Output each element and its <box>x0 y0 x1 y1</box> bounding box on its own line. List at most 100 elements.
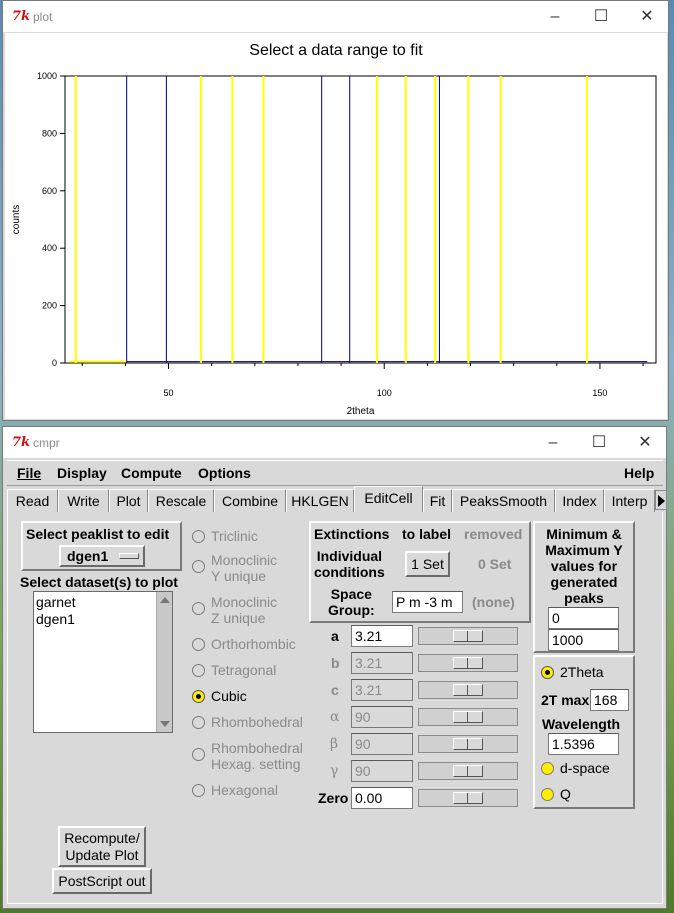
lattice-radio[interactable] <box>192 784 205 797</box>
slider-knob[interactable] <box>453 711 483 723</box>
tab-rescale[interactable]: Rescale <box>148 489 214 512</box>
y-tick-label: 1000 <box>37 71 57 81</box>
cell-gamma-slider[interactable] <box>418 762 518 780</box>
maximize-button[interactable]: ☐ <box>576 427 622 458</box>
tmax-input[interactable]: 168 <box>590 689 629 711</box>
wavelength-label: Wavelength <box>542 716 621 732</box>
maximize-button[interactable]: ☐ <box>578 1 624 32</box>
wavelength-input[interactable]: 1.5396 <box>548 733 619 755</box>
cell-alpha-slider[interactable] <box>418 708 518 726</box>
slider-knob[interactable] <box>453 738 483 750</box>
menu-display[interactable]: Display <box>57 465 107 481</box>
plot-canvas[interactable]: Select a data range to fit 0 200 400 600 800… <box>5 33 667 419</box>
cell-a-input[interactable]: 3.21 <box>351 625 413 647</box>
twotheta-radio[interactable] <box>541 666 554 679</box>
extinctions-title: Extinctions <box>314 526 390 542</box>
tk-icon: 7k <box>12 9 31 24</box>
window-title: cmpr <box>33 436 60 450</box>
close-button[interactable]: ✕ <box>624 1 670 32</box>
zero-input[interactable]: 0.00 <box>351 787 413 809</box>
minimize-button[interactable]: – <box>530 427 576 458</box>
lattice-radio[interactable] <box>192 716 205 729</box>
cell-beta-slider[interactable] <box>418 735 518 753</box>
slider-knob[interactable] <box>453 684 483 696</box>
tab-editcell[interactable]: EditCell <box>354 486 423 512</box>
dataset-listbox[interactable]: garnet dgen1 <box>33 591 173 733</box>
plot-frame <box>64 75 657 364</box>
tab-index[interactable]: Index <box>555 489 604 512</box>
plot-titlebar[interactable]: 7k plot – ☐ ✕ <box>3 1 668 32</box>
slider-knob[interactable] <box>453 765 483 777</box>
lattice-label: Triclinic <box>211 528 258 544</box>
lattice-radio[interactable] <box>192 690 205 703</box>
slider-knob[interactable] <box>453 657 483 669</box>
tab-hklgen[interactable]: HKLGEN <box>286 489 354 512</box>
dataset-scrollbar[interactable] <box>156 592 172 732</box>
lattice-radio[interactable] <box>192 602 205 615</box>
lattice-radio[interactable] <box>192 638 205 651</box>
zero-label: Zero <box>318 790 349 806</box>
tab-peakssmooth[interactable]: PeaksSmooth <box>452 489 555 512</box>
tab-write[interactable]: Write <box>58 489 109 512</box>
lattice-radio[interactable] <box>192 530 205 543</box>
tab-combine[interactable]: Combine <box>214 489 286 512</box>
recompute-button[interactable]: Recompute/ Update Plot <box>58 826 146 867</box>
cell-c-slider[interactable] <box>418 681 518 699</box>
tab-interp[interactable]: Interp <box>604 489 655 512</box>
lattice-label: Cubic <box>211 688 247 704</box>
cell-c-input[interactable]: 3.21 <box>351 679 413 701</box>
dspace-radio[interactable] <box>541 762 554 775</box>
cell-beta-label: β <box>330 736 339 752</box>
tab-read[interactable]: Read <box>7 489 58 512</box>
lattice-label: Monoclinic Z unique <box>211 594 278 626</box>
y-tick-label: 800 <box>42 128 57 138</box>
lattice-label: Monoclinic Y unique <box>211 552 278 584</box>
tab-plot[interactable]: Plot <box>109 489 148 512</box>
set-button[interactable]: 1 Set <box>405 551 450 577</box>
lattice-label: Hexagonal <box>211 782 278 798</box>
chart[interactable]: 0 200 400 600 800 1000 50 100 150 2theta counts <box>5 33 667 419</box>
q-label: Q <box>560 786 571 802</box>
postscript-button[interactable]: PostScript out <box>52 868 152 894</box>
menu-bar: File Display Compute Options Help <box>7 460 663 486</box>
cell-a-label: a <box>331 628 339 644</box>
menu-file[interactable]: File <box>17 465 41 481</box>
cell-c-label: c <box>331 682 339 698</box>
list-item[interactable]: dgen1 <box>36 611 75 627</box>
close-button[interactable]: ✕ <box>622 427 668 458</box>
slider-knob[interactable] <box>453 792 483 804</box>
cell-b-label: b <box>331 655 340 671</box>
lattice-radio[interactable] <box>192 664 205 677</box>
cell-gamma-input[interactable]: 90 <box>351 760 413 782</box>
cell-b-slider[interactable] <box>418 654 518 672</box>
tab-fit[interactable]: Fit <box>423 489 452 512</box>
lattice-radio[interactable] <box>192 560 205 573</box>
menu-options[interactable]: Options <box>198 465 251 481</box>
datasets-label: Select dataset(s) to plot <box>20 574 178 590</box>
minimize-button[interactable]: – <box>532 1 578 32</box>
scroll-down-icon[interactable] <box>160 721 170 727</box>
peaklist-menubutton[interactable]: dgen1 <box>59 545 145 567</box>
slider-knob[interactable] <box>453 630 483 642</box>
zero-slider[interactable] <box>418 789 518 807</box>
cmpr-titlebar[interactable]: 7k cmpr – ☐ ✕ <box>3 427 666 458</box>
menu-help[interactable]: Help <box>624 465 654 481</box>
space-group-input[interactable]: P m -3 m <box>392 591 463 613</box>
min-y-input[interactable]: 0 <box>548 607 619 629</box>
cell-a-slider[interactable] <box>418 627 518 645</box>
max-y-input[interactable]: 1000 <box>548 629 619 651</box>
q-radio[interactable] <box>541 788 554 801</box>
tab-scroll-right-icon[interactable] <box>655 490 667 510</box>
menu-compute[interactable]: Compute <box>121 465 182 481</box>
cell-b-input[interactable]: 3.21 <box>351 652 413 674</box>
cell-beta-input[interactable]: 90 <box>351 733 413 755</box>
y-tick-label: 0 <box>52 358 57 368</box>
lattice-radio[interactable] <box>192 748 205 761</box>
scroll-up-icon[interactable] <box>160 597 170 603</box>
tab-bar: Read Write Plot Rescale Combine HKLGEN E… <box>7 486 667 512</box>
cell-alpha-input[interactable]: 90 <box>351 706 413 728</box>
tmax-label: 2T max <box>541 692 590 708</box>
peaklist-label: Select peaklist to edit <box>26 526 170 542</box>
list-item[interactable]: garnet <box>36 594 76 610</box>
lattice-label: Tetragonal <box>211 662 277 678</box>
